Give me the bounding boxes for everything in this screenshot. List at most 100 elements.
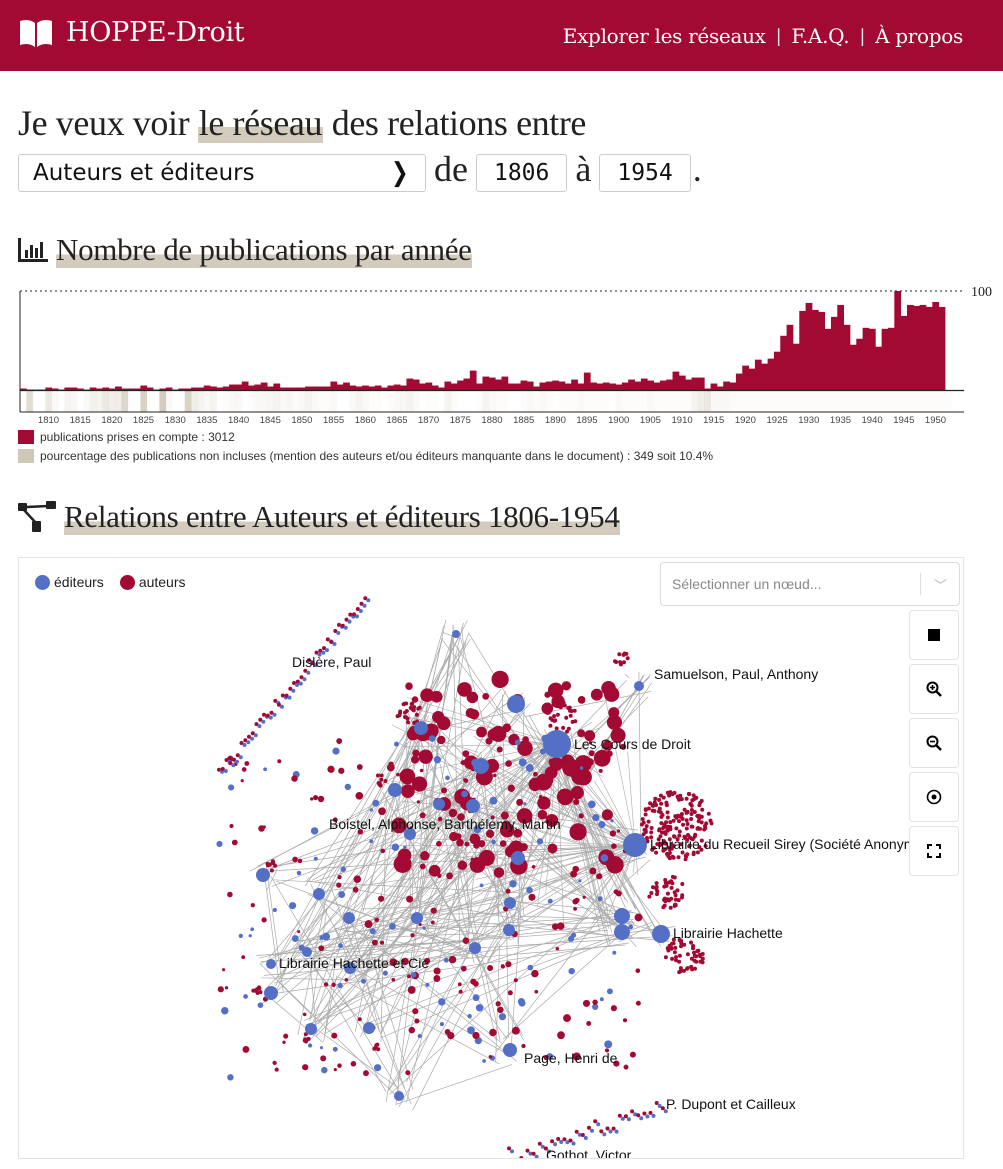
author-node[interactable] bbox=[502, 723, 512, 732]
author-node[interactable] bbox=[389, 923, 396, 930]
author-node[interactable] bbox=[272, 907, 277, 913]
author-node[interactable] bbox=[513, 1158, 517, 1159]
author-node[interactable] bbox=[491, 670, 509, 689]
author-node[interactable] bbox=[430, 690, 443, 703]
author-node[interactable] bbox=[586, 1021, 592, 1026]
author-node[interactable] bbox=[274, 1067, 279, 1072]
publisher-node[interactable] bbox=[587, 800, 596, 809]
author-node[interactable] bbox=[674, 815, 679, 820]
publisher-node[interactable] bbox=[358, 609, 363, 613]
author-node[interactable] bbox=[462, 750, 470, 757]
publisher-node[interactable] bbox=[572, 865, 579, 873]
author-node[interactable] bbox=[437, 735, 446, 745]
author-node[interactable] bbox=[674, 826, 679, 831]
author-node[interactable] bbox=[623, 1114, 628, 1119]
publisher-node[interactable] bbox=[296, 870, 302, 876]
author-node[interactable] bbox=[590, 688, 603, 701]
from-year-input[interactable]: 1806 bbox=[475, 154, 568, 192]
author-node[interactable] bbox=[685, 822, 690, 826]
publisher-node[interactable] bbox=[469, 942, 481, 954]
publisher-node[interactable] bbox=[592, 999, 598, 1005]
author-node[interactable] bbox=[544, 691, 551, 698]
publisher-node[interactable] bbox=[408, 1026, 416, 1034]
author-node[interactable] bbox=[630, 1109, 635, 1114]
publisher-node[interactable] bbox=[511, 851, 525, 865]
author-node[interactable] bbox=[455, 833, 462, 840]
publisher-node[interactable] bbox=[639, 1116, 644, 1121]
publisher-node[interactable] bbox=[268, 715, 273, 720]
author-node[interactable] bbox=[258, 990, 263, 995]
publisher-node[interactable] bbox=[572, 898, 579, 905]
author-node[interactable] bbox=[261, 917, 267, 923]
author-node[interactable] bbox=[221, 1006, 229, 1015]
author-node[interactable] bbox=[684, 818, 689, 823]
author-node[interactable] bbox=[561, 725, 566, 730]
publisher-node[interactable] bbox=[325, 648, 329, 653]
publisher-node[interactable] bbox=[238, 755, 243, 760]
author-node[interactable] bbox=[573, 719, 578, 724]
author-node[interactable] bbox=[379, 940, 385, 945]
author-node[interactable] bbox=[227, 891, 233, 898]
node-label[interactable]: Librairie du Recueil Sirey (Société Anon… bbox=[650, 836, 928, 852]
author-node[interactable] bbox=[505, 961, 512, 968]
node-label[interactable]: Page, Henri de bbox=[524, 1050, 618, 1066]
author-node[interactable] bbox=[516, 798, 524, 806]
publisher-node[interactable] bbox=[592, 814, 600, 822]
brand-link[interactable]: HOPPE-Droit bbox=[18, 17, 245, 48]
author-node[interactable] bbox=[670, 956, 675, 961]
publisher-node[interactable] bbox=[410, 971, 417, 978]
author-node[interactable] bbox=[580, 1133, 585, 1137]
author-node[interactable] bbox=[514, 739, 521, 746]
author-node[interactable] bbox=[646, 819, 651, 824]
author-node[interactable] bbox=[425, 982, 430, 987]
author-node[interactable] bbox=[654, 886, 659, 891]
author-node[interactable] bbox=[231, 839, 238, 846]
author-node[interactable] bbox=[456, 838, 464, 847]
publisher-node[interactable] bbox=[559, 1140, 564, 1144]
author-node[interactable] bbox=[697, 816, 702, 821]
publisher-node[interactable] bbox=[287, 695, 292, 700]
author-node[interactable] bbox=[382, 970, 388, 976]
author-node[interactable] bbox=[706, 811, 711, 816]
publisher-node[interactable] bbox=[369, 808, 374, 812]
author-node[interactable] bbox=[670, 854, 675, 859]
author-node[interactable] bbox=[689, 940, 693, 945]
publisher-node[interactable] bbox=[313, 888, 325, 900]
author-node[interactable] bbox=[428, 735, 436, 742]
author-node[interactable] bbox=[641, 820, 646, 825]
author-node[interactable] bbox=[487, 728, 500, 741]
publisher-node[interactable] bbox=[363, 1022, 375, 1034]
author-node[interactable] bbox=[518, 758, 527, 767]
author-node[interactable] bbox=[519, 1156, 524, 1159]
publisher-node[interactable] bbox=[614, 924, 630, 940]
author-node[interactable] bbox=[222, 968, 226, 972]
author-node[interactable] bbox=[660, 1106, 665, 1111]
author-node[interactable] bbox=[654, 1101, 659, 1105]
publisher-node[interactable] bbox=[430, 920, 435, 925]
author-node[interactable] bbox=[297, 858, 303, 864]
author-node[interactable] bbox=[417, 705, 422, 710]
author-node[interactable] bbox=[648, 801, 653, 806]
author-node[interactable] bbox=[505, 760, 512, 767]
author-node[interactable] bbox=[676, 898, 681, 903]
author-node[interactable] bbox=[566, 706, 571, 710]
author-node[interactable] bbox=[672, 790, 677, 795]
author-node[interactable] bbox=[663, 955, 668, 960]
author-node[interactable] bbox=[327, 765, 335, 773]
author-node[interactable] bbox=[564, 715, 569, 720]
author-node[interactable] bbox=[660, 830, 664, 835]
author-node[interactable] bbox=[310, 797, 314, 801]
author-node[interactable] bbox=[270, 859, 275, 864]
node-label[interactable]: P. Dupont et Cailleux bbox=[666, 1096, 796, 1112]
author-node[interactable] bbox=[396, 772, 400, 777]
author-node[interactable] bbox=[263, 767, 267, 772]
author-node[interactable] bbox=[552, 718, 557, 723]
center-view-button[interactable] bbox=[909, 772, 959, 822]
publisher-node[interactable] bbox=[388, 783, 402, 797]
author-node[interactable] bbox=[600, 854, 609, 862]
author-node[interactable] bbox=[678, 966, 683, 971]
publisher-node[interactable] bbox=[507, 990, 513, 996]
publisher-node[interactable] bbox=[534, 989, 539, 994]
author-node[interactable] bbox=[241, 767, 247, 772]
publisher-node[interactable] bbox=[590, 1128, 594, 1133]
